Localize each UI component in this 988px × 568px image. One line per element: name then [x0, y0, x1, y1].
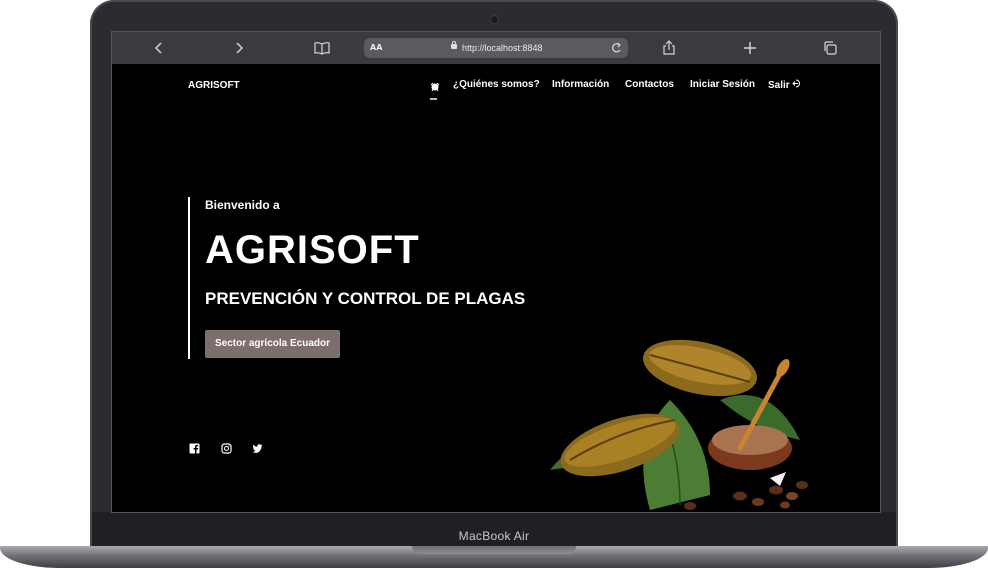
nav-login[interactable]: Iniciar Sesión	[690, 79, 755, 90]
laptop-notch	[412, 546, 576, 554]
active-nav-indicator	[430, 98, 437, 100]
browser-window: AA http://localhost:8848 AGRISOFT ¿Quién…	[111, 31, 881, 513]
sector-button[interactable]: Sector agrícola Ecuador	[205, 330, 340, 358]
tabs-icon[interactable]	[820, 37, 842, 59]
nav-information[interactable]: Información	[552, 79, 609, 90]
nav-logout-label: Salir	[768, 80, 790, 91]
site-brand[interactable]: AGRISOFT	[188, 80, 240, 91]
webcam	[491, 16, 498, 23]
lock-icon	[451, 41, 457, 49]
twitter-icon[interactable]	[252, 439, 263, 453]
instagram-icon[interactable]	[221, 439, 232, 454]
facebook-icon[interactable]	[189, 439, 200, 454]
logout-icon	[792, 79, 802, 91]
nav-contacts[interactable]: Contactos	[625, 79, 674, 90]
nav-logout[interactable]: Salir	[768, 79, 802, 91]
new-tab-icon[interactable]	[739, 37, 761, 59]
hero-title: AGRISOFT	[205, 228, 420, 272]
home-icon[interactable]	[430, 79, 440, 93]
browser-toolbar: AA http://localhost:8848	[112, 32, 880, 64]
share-icon[interactable]	[658, 37, 680, 59]
address-bar[interactable]: AA http://localhost:8848	[364, 38, 628, 58]
laptop-model-label: MacBook Air	[458, 529, 530, 543]
bookmarks-icon[interactable]	[311, 37, 333, 59]
url-text: http://localhost:8848	[462, 43, 543, 53]
back-icon[interactable]	[148, 37, 170, 59]
cacao-image	[540, 310, 820, 510]
forward-icon[interactable]	[228, 37, 250, 59]
reader-aa-icon[interactable]: AA	[370, 38, 382, 58]
nav-about[interactable]: ¿Quiénes somos?	[453, 79, 540, 90]
hero-welcome: Bienvenido a	[205, 198, 280, 212]
hero-accent-bar	[188, 197, 190, 359]
reload-icon[interactable]	[611, 38, 622, 65]
hero-subtitle: PREVENCIÓN Y CONTROL DE PLAGAS	[205, 289, 526, 308]
